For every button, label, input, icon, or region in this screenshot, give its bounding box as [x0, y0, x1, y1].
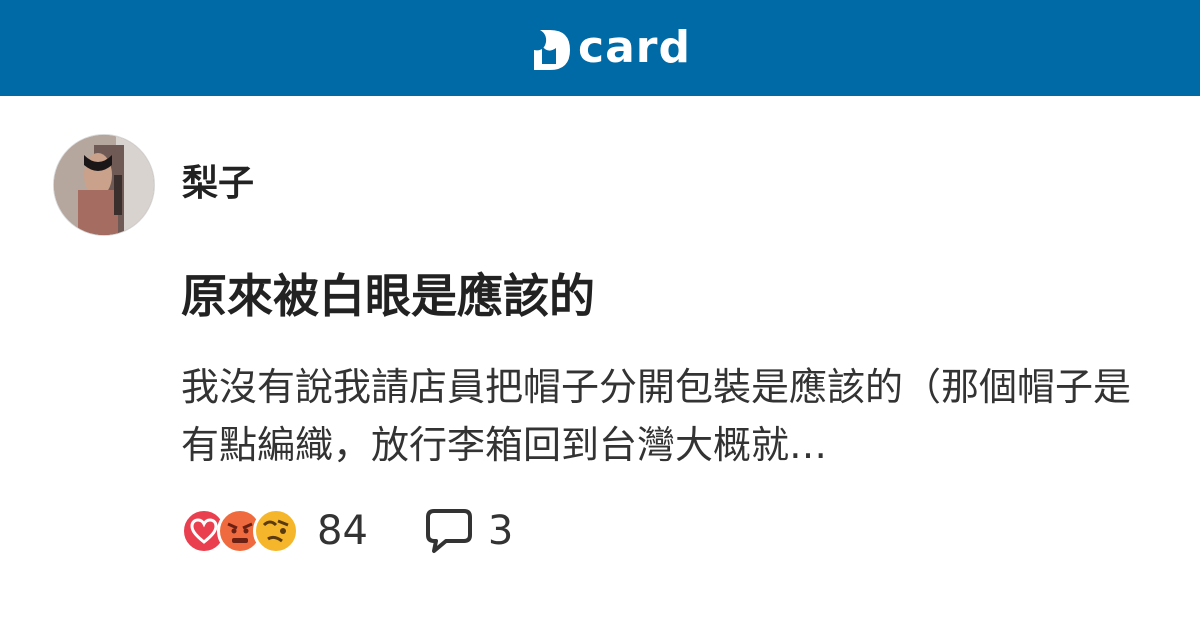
top-bar: card	[0, 0, 1200, 96]
author-avatar[interactable]	[53, 134, 155, 236]
comment-count: 3	[487, 508, 514, 554]
dizzy-reaction-icon	[253, 508, 299, 554]
comment-bubble-icon[interactable]	[424, 507, 474, 555]
author-name[interactable]: 梨子	[182, 160, 254, 208]
dcard-logo-icon	[534, 30, 570, 70]
post-title[interactable]: 原來被白眼是應該的	[181, 266, 595, 326]
post-stats: 84 3	[181, 506, 513, 556]
reactions[interactable]	[181, 508, 299, 554]
dcard-logo[interactable]: card	[530, 20, 691, 76]
brand-text: card	[578, 22, 691, 73]
reaction-count: 84	[317, 508, 368, 554]
user-avatar	[54, 135, 154, 235]
post-excerpt: 我沒有說我請店員把帽子分開包裝是應該的（那個帽子是有點編織，放行李箱回到台灣大概…	[181, 365, 1131, 467]
